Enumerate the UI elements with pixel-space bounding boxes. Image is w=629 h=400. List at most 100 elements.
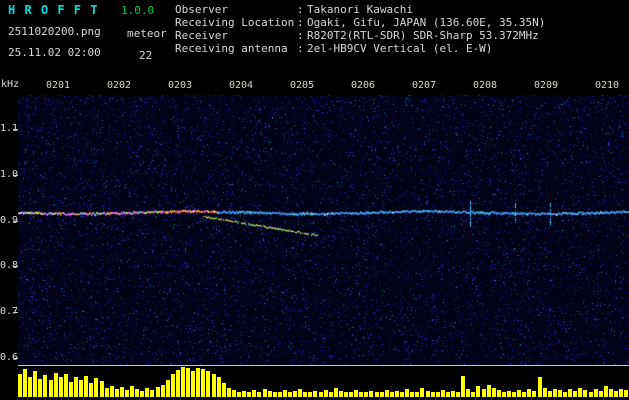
amp-bar [140,391,145,397]
amp-bar [354,390,359,397]
time-tick-label: 0204 [229,80,254,91]
amp-bar [231,390,236,397]
info-value: Takanori Kawachi [307,3,413,16]
info-line-observer: Observer: Takanori Kawachi [175,3,545,16]
amp-bar [333,388,338,397]
amp-bar [547,391,552,397]
amp-bar [410,392,415,397]
info-line-receiver: Receiver: R820T2(RTL-SDR) SDR-Sharp 53.37… [175,29,545,42]
amp-bar [282,390,287,397]
amp-bar [84,376,89,397]
amp-bar [471,392,476,397]
output-filename: 2511020200.png [8,25,101,38]
amp-bar [318,392,323,397]
amp-bar [456,392,461,397]
amp-bar [593,389,598,397]
time-tick-label: 0207 [412,80,437,91]
amp-bar [563,392,568,397]
time-tick-label: 0202 [107,80,132,91]
time-tick-label: 0208 [473,80,498,91]
amp-bar [252,390,257,397]
amp-bar [527,389,532,397]
amp-bar [155,387,160,397]
amp-bar [430,392,435,397]
info-value: Ogaki, Gifu, JAPAN (136.60E, 35.35N) [307,16,546,29]
amp-bar [242,391,247,397]
amp-bar [379,392,384,397]
amp-bar [109,386,114,397]
amp-bar [481,389,486,397]
time-tick-label: 0206 [351,80,376,91]
freq-tickmark [13,129,18,130]
amp-bar [216,377,221,397]
amp-bar [537,377,542,397]
amp-bar [104,388,109,397]
amp-bar [43,375,48,397]
info-colon: : [297,16,304,29]
amp-bar [349,392,354,397]
amp-bar [124,390,129,397]
info-value: R820T2(RTL-SDR) SDR-Sharp 53.372MHz [307,29,539,42]
amp-bar [394,391,399,397]
info-label: Observer [175,3,228,16]
amp-bar [608,389,613,397]
amp-bar [588,392,593,397]
amp-bar [196,368,201,397]
amp-bar [359,392,364,397]
amp-bar [389,392,394,397]
amp-bar [247,392,252,397]
time-tick-label: 0205 [290,80,315,91]
amp-bar [114,389,119,397]
amp-bar [476,386,481,397]
amp-bar [89,383,94,397]
amp-bar [425,391,430,397]
amp-bar [181,367,185,397]
amp-bar [303,392,308,397]
amp-bar [466,389,471,397]
amp-bar [323,390,328,397]
amp-bar [79,380,84,397]
info-label: Receiving Location [175,16,295,29]
amp-bar [374,392,379,397]
time-tick-label: 0203 [168,80,193,91]
amp-bar [328,392,333,397]
screen: H R O F F T 1.0.0 2511020200.png meteor … [0,0,629,400]
info-label: Receiver [175,29,228,42]
amp-bar [119,387,124,397]
info-label: Receiving antenna [175,42,288,55]
amp-bar [568,389,573,397]
amp-bar [624,390,629,397]
freq-tickmark [13,266,18,268]
amp-bar [58,377,63,397]
time-tick-label: 0210 [595,80,620,91]
amp-bar [68,382,73,397]
info-colon: : [297,42,304,55]
echo-count: 22 [139,49,153,62]
amp-bar [313,391,318,397]
amp-bar [507,391,511,397]
amp-bar [94,378,99,397]
info-colon: : [297,29,304,42]
amp-bar [496,390,501,397]
amp-bar [38,379,43,397]
amp-bar [277,392,282,397]
amp-bar [262,389,267,397]
amp-bar [512,392,517,397]
signal-strength-bars [18,366,629,397]
amp-bar [272,392,277,397]
amp-bar [150,390,155,397]
amp-bar [308,392,313,397]
amp-bar [501,392,506,397]
amp-bar [491,388,496,397]
amp-bar [206,371,211,397]
amp-bar [23,369,28,397]
freq-tickmark [13,174,18,176]
amp-bar [53,373,58,397]
amp-bar [237,392,242,397]
amp-bar [400,392,405,397]
info-value: 2el-HB9CV Vertical (el. E-W) [307,42,493,55]
mode-label: meteor [127,27,167,40]
spectrogram-canvas [18,95,629,365]
info-colon: : [297,3,304,16]
amp-bar [160,385,165,397]
